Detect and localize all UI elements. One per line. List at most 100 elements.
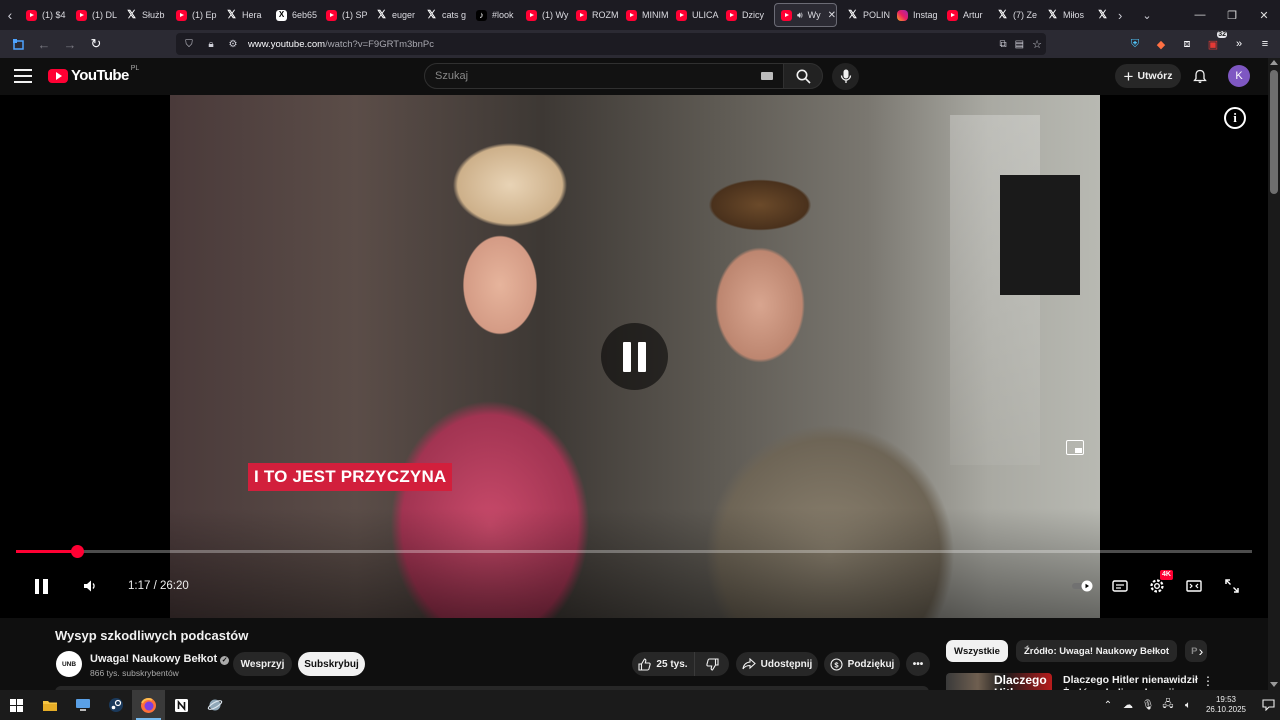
browser-tab[interactable]: ♪ #look: [470, 0, 520, 30]
progress-bar[interactable]: [16, 545, 1252, 558]
browser-tab[interactable]: Artur: [941, 0, 991, 30]
browser-tab[interactable]: Instag: [891, 0, 941, 30]
subscribe-button[interactable]: Subskrybuj: [298, 652, 365, 676]
app-menu-icon[interactable]: ≡: [1256, 35, 1274, 53]
fox-extension-icon[interactable]: ◆: [1152, 35, 1170, 53]
share-button[interactable]: Udostępnij: [736, 652, 818, 676]
youtube-logo[interactable]: YouTube PL: [48, 65, 139, 84]
browser-tab[interactable]: (1) SP: [320, 0, 370, 30]
account-avatar[interactable]: K: [1228, 65, 1250, 87]
browser-tab[interactable]: 𝕏 Służb: [120, 0, 170, 30]
progress-scrubber[interactable]: [70, 545, 84, 558]
vpn-shield-icon[interactable]: ⛨: [1126, 35, 1144, 53]
center-pause-icon[interactable]: [601, 323, 668, 390]
lock-icon[interactable]: 🔒︎: [202, 39, 220, 50]
scroll-down-arrow-icon[interactable]: [1270, 682, 1278, 687]
this-pc-icon[interactable]: [66, 690, 99, 720]
tray-overflow-chevron-icon[interactable]: ⌃: [1100, 700, 1116, 711]
satellite-app-icon[interactable]: [198, 690, 231, 720]
volume-icon[interactable]: [80, 573, 100, 599]
autoplay-toggle[interactable]: [1072, 573, 1094, 599]
channel-name[interactable]: Uwaga! Naukowy Bełkot ✓: [90, 653, 230, 665]
page-scrollbar[interactable]: [1268, 58, 1280, 690]
reload-icon[interactable]: ↻: [84, 32, 108, 56]
restore-icon[interactable]: ❐: [1216, 0, 1248, 30]
steam-icon[interactable]: [99, 690, 132, 720]
firefox-icon[interactable]: [132, 690, 165, 720]
url-host: www.youtube.com: [248, 38, 326, 50]
close-window-icon[interactable]: ✕: [1248, 0, 1280, 30]
voice-search-button[interactable]: [832, 63, 859, 90]
thanks-button[interactable]: $ Podziękuj: [824, 652, 900, 676]
pause-button[interactable]: [30, 573, 52, 599]
forward-arrow-icon[interactable]: →: [58, 32, 82, 56]
fullscreen-icon[interactable]: [1222, 573, 1242, 599]
info-icon[interactable]: i: [1224, 107, 1246, 129]
taskbar-clock[interactable]: 19:53 26.10.2025: [1200, 695, 1252, 715]
guide-menu-icon[interactable]: [14, 66, 34, 86]
tab-overview-icon[interactable]: [6, 32, 30, 56]
file-explorer-icon[interactable]: [33, 690, 66, 720]
browser-tab[interactable]: MINIM: [620, 0, 670, 30]
url-bar[interactable]: ⛉ 🔒︎ ⚙︎ www.youtube.com/watch?v=F9GRTm3b…: [176, 33, 1046, 55]
browser-tab[interactable]: (1) Ep: [170, 0, 220, 30]
tab-scroll-right-icon[interactable]: ›: [1118, 8, 1122, 23]
channel-avatar[interactable]: UNB: [56, 651, 82, 677]
notification-center-icon[interactable]: [1256, 690, 1280, 720]
url-text[interactable]: www.youtube.com/watch?v=F9GRTm3bnPc: [248, 39, 434, 50]
permissions-icon[interactable]: ⚙︎: [224, 39, 242, 50]
join-button[interactable]: Wesprzyj: [233, 652, 292, 676]
browser-tab[interactable]: 𝕏 Hera: [220, 0, 270, 30]
browser-tab[interactable]: (1) Wy: [520, 0, 570, 30]
keyboard-icon[interactable]: [761, 72, 773, 80]
browser-tab[interactable]: 𝕏cats g: [420, 0, 470, 30]
addon-badge-icon[interactable]: ▣ 32: [1204, 31, 1227, 53]
browser-tab[interactable]: X 6eb65: [270, 0, 320, 30]
search-button[interactable]: [783, 63, 823, 89]
notifications-bell-icon[interactable]: [1190, 66, 1210, 86]
filter-chip[interactable]: Źródło: Uwaga! Naukowy Bełkot: [1015, 640, 1178, 662]
browser-tab[interactable]: 𝕏 (7) Ze: [991, 0, 1041, 30]
start-button[interactable]: [0, 690, 33, 720]
browser-tab[interactable]: ROZM: [570, 0, 620, 30]
chips-next-arrow-icon[interactable]: ›: [1190, 640, 1212, 662]
browser-tab[interactable]: 𝕏euger: [370, 0, 420, 30]
create-button[interactable]: + Utwórz: [1115, 64, 1181, 88]
video-player[interactable]: I TO JEST PRZYCZYNA i 1:17 / 26:20 4K: [0, 95, 1268, 618]
browser-tab[interactable]: (1) DL: [70, 0, 120, 30]
reader-view-icon[interactable]: ▤: [1015, 39, 1024, 50]
subtitles-icon[interactable]: [1110, 573, 1130, 599]
chip-all[interactable]: Wszystkie: [946, 640, 1008, 662]
tab-scroll-left-icon[interactable]: ‹: [0, 0, 20, 30]
overflow-chevron-icon[interactable]: »: [1230, 35, 1248, 53]
browser-tab[interactable]: 𝕏 Miłos: [1041, 0, 1091, 30]
extensions-puzzle-icon[interactable]: ⧈: [1178, 35, 1196, 53]
more-actions-icon[interactable]: •••: [906, 652, 930, 676]
miniplayer-icon[interactable]: [1066, 440, 1084, 455]
dislike-button[interactable]: [694, 652, 729, 676]
tab-audio-playing-icon[interactable]: 🔊︎: [797, 10, 803, 21]
search-input[interactable]: [435, 70, 735, 82]
back-arrow-icon[interactable]: ←: [32, 32, 56, 56]
browser-tab[interactable]: ULICA: [670, 0, 720, 30]
scroll-up-arrow-icon[interactable]: [1270, 60, 1278, 65]
tab-active[interactable]: 🔊︎ Wy ✕: [774, 3, 837, 27]
network-icon[interactable]: 🖧︎: [1160, 697, 1176, 714]
picture-in-picture-icon[interactable]: ⧉: [1000, 39, 1007, 50]
browser-tab[interactable]: 𝕏 POLIN: [841, 0, 891, 30]
like-button[interactable]: 25 tys.: [632, 652, 694, 676]
tray-mic-icon[interactable]: 🎙︎: [1140, 700, 1156, 711]
browser-tab[interactable]: Dzicy: [720, 0, 770, 30]
bookmark-star-icon[interactable]: ☆: [1032, 38, 1042, 51]
onedrive-cloud-icon[interactable]: ☁︎: [1120, 700, 1136, 711]
theater-mode-icon[interactable]: [1184, 573, 1204, 599]
notion-icon[interactable]: [165, 690, 198, 720]
recommendation-menu-icon[interactable]: ⋮: [1202, 674, 1214, 688]
speaker-icon[interactable]: 🔈︎: [1180, 700, 1196, 711]
list-all-tabs-icon[interactable]: ⌄: [1142, 9, 1151, 22]
minimize-icon[interactable]: —: [1184, 0, 1216, 30]
scrollbar-thumb[interactable]: [1270, 70, 1278, 194]
browser-tab[interactable]: (1) $4: [20, 0, 70, 30]
tracking-shield-icon[interactable]: ⛉: [180, 39, 198, 50]
close-tab-icon[interactable]: ✕: [828, 10, 836, 21]
